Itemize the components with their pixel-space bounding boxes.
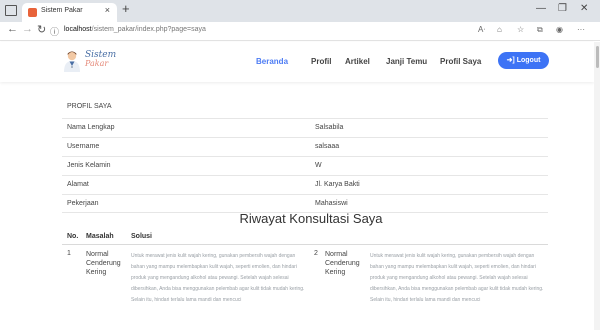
more-icon[interactable]: ··· bbox=[577, 25, 585, 34]
refresh-icon[interactable]: ↻ bbox=[37, 23, 46, 36]
column-header-solusi: Solusi bbox=[131, 233, 153, 240]
profile-label: Alamat bbox=[67, 181, 89, 188]
history-no: 2 bbox=[314, 250, 318, 257]
address-bar: ← → ↻ ⓘ localhost/sistem_pakar/index.php… bbox=[0, 22, 600, 41]
scrollbar-thumb[interactable] bbox=[596, 46, 599, 68]
back-arrow-icon[interactable]: ← bbox=[7, 23, 18, 35]
forward-arrow-icon[interactable]: → bbox=[22, 23, 33, 35]
tracking-icon[interactable]: ⌂ bbox=[497, 25, 502, 34]
profile-label: Nama Lengkap bbox=[67, 124, 115, 131]
history-title: Riwayat Konsultasi Saya bbox=[239, 211, 383, 226]
url-host: localhost bbox=[64, 26, 92, 33]
doctor-logo-icon bbox=[63, 50, 81, 72]
profile-label: Username bbox=[67, 143, 100, 150]
column-header-masalah: Masalah bbox=[86, 233, 114, 240]
collections-icon[interactable]: ⧉ bbox=[537, 25, 543, 35]
history-masalah: Normal Cenderung Kering bbox=[86, 251, 121, 276]
url-field[interactable]: ⓘ localhost/sistem_pakar/index.php?page=… bbox=[50, 24, 530, 39]
logo-subtitle: Pakar bbox=[85, 59, 109, 68]
history-solusi-text: Untuk merawat jenis kulit wajah kering, … bbox=[131, 253, 305, 303]
profile-value: W bbox=[315, 162, 322, 169]
close-window-icon[interactable]: ✕ bbox=[580, 3, 588, 14]
profile-icon[interactable]: ◉ bbox=[556, 25, 563, 34]
history-solusi-text: Untuk merawat jenis kulit wajah kering, … bbox=[370, 253, 544, 303]
profile-row-alamat: Alamat Jl. Karya Bakti bbox=[62, 175, 548, 194]
nav-profil-saya[interactable]: Profil Saya bbox=[440, 57, 481, 66]
table-divider bbox=[62, 244, 548, 245]
favorites-icon[interactable]: ☆ bbox=[517, 25, 524, 34]
tab-title: Sistem Pakar bbox=[41, 7, 83, 14]
site-navbar: Sistem Pakar Beranda Profil Artikel Janj… bbox=[0, 42, 594, 82]
new-tab-icon[interactable]: + bbox=[122, 1, 130, 16]
profile-row-username: Username salsaaa bbox=[62, 137, 548, 156]
history-solusi: Untuk merawat jenis kulit wajah kering, … bbox=[370, 251, 548, 306]
profile-row-nama: Nama Lengkap Salsabila bbox=[62, 118, 548, 137]
window-menu-icon[interactable] bbox=[5, 5, 17, 16]
info-icon[interactable]: ⓘ bbox=[50, 25, 59, 38]
browser-tab[interactable]: Sistem Pakar × bbox=[22, 3, 117, 22]
read-aloud-icon[interactable]: Aᐧ bbox=[478, 25, 485, 34]
profile-heading: PROFIL SAYA bbox=[67, 103, 112, 110]
url-path: /sistem_pakar/index.php?page=saya bbox=[91, 26, 206, 33]
logout-label: Logout bbox=[516, 57, 541, 64]
column-header-no: No. bbox=[67, 233, 79, 240]
profile-label: Jenis Kelamin bbox=[67, 162, 111, 169]
history-no: 1 bbox=[67, 250, 71, 257]
nav-janji-temu[interactable]: Janji Temu bbox=[386, 57, 427, 66]
nav-profil[interactable]: Profil bbox=[311, 57, 331, 66]
profile-value: Jl. Karya Bakti bbox=[315, 181, 360, 188]
profile-label: Pekerjaan bbox=[67, 200, 99, 207]
site-favicon-icon bbox=[28, 8, 37, 17]
profile-value: Mahasiswi bbox=[315, 200, 348, 207]
browser-tab-bar: Sistem Pakar × + — ❐ ✕ bbox=[0, 0, 600, 22]
history-solusi: Untuk merawat jenis kulit wajah kering, … bbox=[131, 251, 309, 306]
profile-value: Salsabila bbox=[315, 124, 344, 131]
logout-icon: ➜] bbox=[506, 57, 515, 64]
tab-close-icon[interactable]: × bbox=[105, 5, 110, 15]
history-masalah: Normal Cenderung Kering bbox=[325, 251, 360, 276]
profile-row-jenis-kelamin: Jenis Kelamin W bbox=[62, 156, 548, 175]
maximize-icon[interactable]: ❐ bbox=[558, 3, 567, 14]
profile-value: salsaaa bbox=[315, 143, 340, 150]
minimize-icon[interactable]: — bbox=[536, 3, 546, 14]
page-scrollbar[interactable] bbox=[594, 42, 600, 330]
logout-button[interactable]: ➜] Logout bbox=[498, 52, 549, 69]
nav-beranda[interactable]: Beranda bbox=[256, 57, 288, 66]
nav-artikel[interactable]: Artikel bbox=[345, 57, 370, 66]
